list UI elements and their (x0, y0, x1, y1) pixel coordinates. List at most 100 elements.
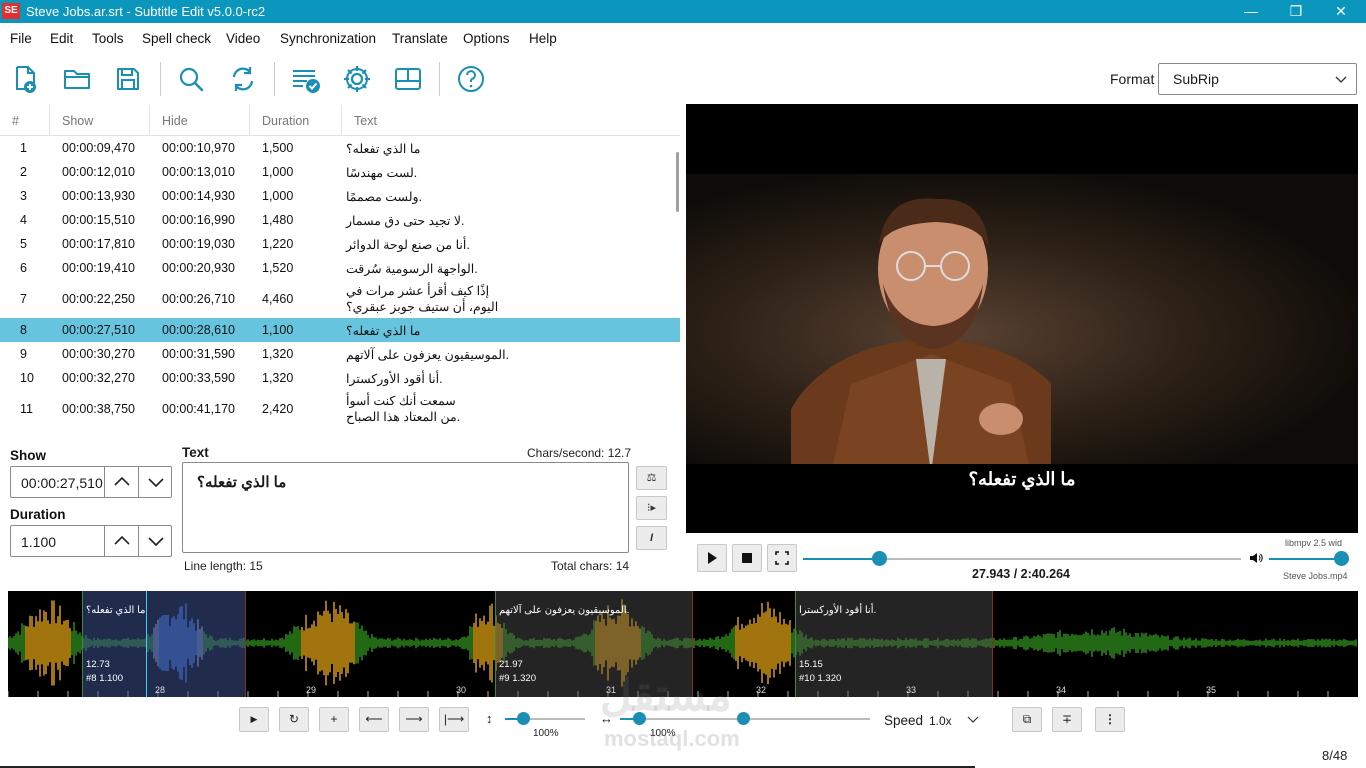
video-seek-bar[interactable] (803, 551, 1241, 566)
subtitle-grid[interactable]: # Show Hide Duration Text 1 00:00:09,470 0… (0, 105, 680, 432)
show-increment-button[interactable] (104, 467, 138, 497)
table-row[interactable]: 10 00:00:32,270 00:00:33,590 1,320 .أنا أقود… (0, 366, 680, 390)
close-button[interactable]: ✕ (1318, 0, 1364, 23)
window-title: Steve Jobs.ar.srt - Subtitle Edit v5.0.0… (26, 4, 266, 19)
fix-common-errors-icon[interactable] (289, 62, 323, 96)
table-row[interactable]: 4 00:00:15,510 00:00:16,990 1,480 .لا تجيد ح… (0, 208, 680, 232)
column-divider (249, 105, 250, 135)
save-icon[interactable] (111, 62, 145, 96)
menu-video[interactable]: Video (226, 28, 260, 50)
engine-label: libmpv 2.5 wid (1285, 538, 1343, 548)
column-header-duration[interactable]: Duration (262, 114, 309, 128)
row-duration: 1,320 (262, 347, 294, 361)
column-header-show[interactable]: Show (62, 114, 93, 128)
grid-scrollbar[interactable] (676, 152, 679, 212)
menu-spell-check[interactable]: Spell check (142, 28, 211, 50)
waveform-paragraph-text: .أنا أقود الأوركسترا (799, 605, 877, 616)
seek-handle[interactable] (872, 551, 888, 566)
menu-edit[interactable]: Edit (50, 28, 73, 50)
row-show: 00:00:13,930 (62, 189, 135, 203)
restore-button[interactable]: ❐ (1273, 0, 1319, 23)
speed-value[interactable]: 1.0x (929, 714, 952, 728)
horizontal-zoom-handle[interactable] (633, 712, 646, 725)
playback-cursor (146, 591, 147, 697)
table-row[interactable]: 1 00:00:09,470 00:00:10,970 1,500 ما الذي تف… (0, 136, 680, 160)
row-show: 00:00:17,810 (62, 237, 135, 251)
row-show: 00:00:38,750 (62, 402, 135, 416)
find-icon[interactable] (174, 62, 208, 96)
stop-button[interactable] (732, 544, 762, 572)
table-row[interactable]: 2 00:00:12,010 00:00:13,010 1,000 .لست مهندس… (0, 160, 680, 184)
table-row[interactable]: 8 00:00:27,510 00:00:28,610 1,100 ما الذي تف… (0, 318, 680, 342)
subtitle-text-input[interactable]: ما الذي تفعله؟ (182, 462, 629, 553)
duration-decrement-button[interactable] (138, 526, 172, 556)
menu-options[interactable]: Options (463, 28, 510, 50)
minimize-button[interactable]: — (1228, 0, 1274, 23)
layout-icon[interactable] (391, 62, 425, 96)
duration-increment-button[interactable] (104, 526, 138, 556)
menu-tools[interactable]: Tools (92, 28, 124, 50)
copy-icon[interactable]: ⧉ (1012, 707, 1042, 732)
row-number: 10 (20, 371, 34, 385)
vertical-zoom-slider[interactable] (505, 712, 585, 725)
audio-waveform[interactable]: ما الذي تفعله؟ 12.73 #8 1.100 .الموسيقيون… (8, 591, 1358, 697)
split-line-icon[interactable]: ⁝▸ (636, 496, 667, 520)
split-icon[interactable]: ∓ (1052, 707, 1082, 732)
new-file-icon[interactable] (8, 62, 42, 96)
waveform-paragraph[interactable]: .الموسيقيون يعزفون على آلاتهم 21.97 #9 1.… (495, 591, 693, 697)
column-header-number[interactable]: # (12, 114, 19, 128)
show-decrement-button[interactable] (138, 467, 172, 497)
settings-icon[interactable] (340, 62, 374, 96)
wave-add-button[interactable]: + (319, 707, 349, 732)
vertical-zoom-handle[interactable] (517, 712, 530, 725)
waveform-paragraph[interactable]: .أنا أقود الأوركسترا 15.15 #10 1.320 (795, 591, 993, 697)
row-text: إذًا كيف أقرأ عشر مرات في (346, 284, 490, 298)
waveform-paragraph[interactable]: ما الذي تفعله؟ 12.73 #8 1.100 (82, 591, 246, 697)
wave-set-end-next-button[interactable]: |⟶ (439, 707, 469, 732)
row-text: .أنا أقود الأوركسترا (346, 372, 443, 386)
wave-set-end-button[interactable]: ⟶ (399, 707, 429, 732)
row-duration: 1,000 (262, 165, 294, 179)
row-duration: 2,420 (262, 402, 294, 416)
duration-field[interactable]: 1.100 (10, 525, 172, 557)
table-row[interactable]: 5 00:00:17,810 00:00:19,030 1,220 .أنا من صن… (0, 232, 680, 256)
menu-translate[interactable]: Translate (392, 28, 448, 50)
row-duration: 1,000 (262, 189, 294, 203)
table-row[interactable]: 9 00:00:30,270 00:00:31,590 1,320 .الموسيقيو… (0, 342, 680, 366)
more-options-icon[interactable]: ⋮ (1095, 707, 1125, 732)
wave-set-start-button[interactable]: ⟵ (359, 707, 389, 732)
play-button[interactable] (697, 544, 727, 572)
column-header-text[interactable]: Text (354, 114, 377, 128)
wave-play-button[interactable]: ▶ (239, 707, 269, 732)
video-player[interactable]: ما الذي تفعله؟ (686, 104, 1358, 533)
volume-slider[interactable] (1269, 558, 1341, 560)
position-zoom-handle[interactable] (737, 712, 750, 725)
replace-icon[interactable] (226, 62, 260, 96)
line-length: Line length: 15 (184, 559, 263, 573)
open-folder-icon[interactable] (60, 62, 94, 96)
italic-icon[interactable]: I (636, 526, 667, 550)
show-time-field[interactable]: 00:00:27,510 (10, 466, 172, 498)
waveform-paragraph-info: 12.73 #8 1.100 (86, 659, 123, 684)
wave-repeat-button[interactable]: ↻ (279, 707, 309, 732)
menu-file[interactable]: File (10, 28, 32, 50)
chevron-down-icon[interactable] (967, 713, 979, 725)
table-row[interactable]: 3 00:00:13,930 00:00:14,930 1,000 .ولست مصمم… (0, 184, 680, 208)
table-row[interactable]: 7 00:00:22,250 00:00:26,710 4,460 إذًا كيف أ… (0, 280, 680, 318)
volume-icon[interactable] (1249, 551, 1263, 565)
help-icon[interactable] (454, 62, 488, 96)
time-tick: 31 (606, 685, 617, 695)
column-divider (49, 105, 50, 135)
chevron-up-icon (114, 535, 130, 545)
menu-help[interactable]: Help (529, 28, 557, 50)
chevron-down-icon (148, 537, 164, 547)
table-row[interactable]: 11 00:00:38,750 00:00:41,170 2,420 سمعت أنك … (0, 390, 680, 428)
volume-handle[interactable] (1334, 551, 1349, 566)
format-dropdown[interactable]: SubRip (1158, 63, 1357, 95)
balance-icon[interactable]: ⚖ (636, 466, 667, 490)
table-row[interactable]: 6 00:00:19,410 00:00:20,930 1,520 .الواجهة ا… (0, 256, 680, 280)
menu-synchronization[interactable]: Synchronization (280, 28, 376, 50)
horizontal-zoom-slider[interactable] (620, 712, 870, 725)
column-header-hide[interactable]: Hide (162, 114, 188, 128)
fullscreen-button[interactable] (767, 544, 797, 572)
